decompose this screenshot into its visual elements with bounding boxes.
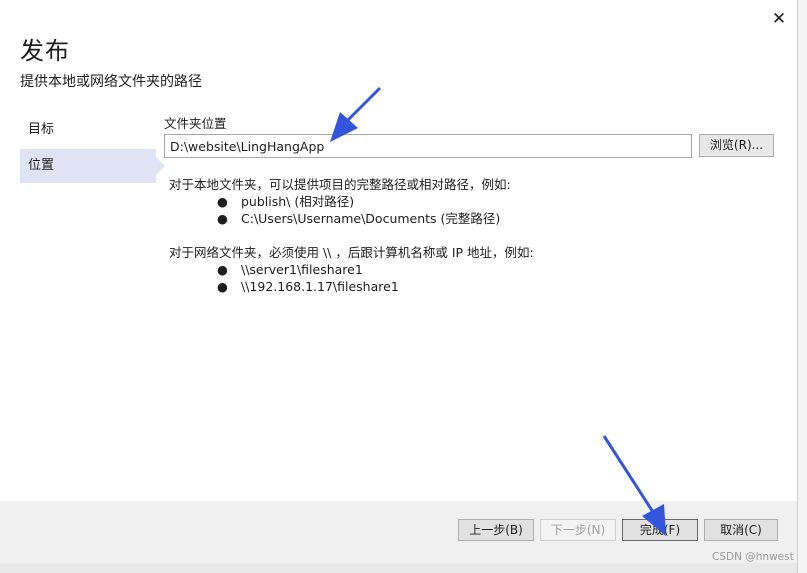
bullet-icon: ● (217, 211, 228, 226)
bullet-icon: ● (217, 194, 228, 209)
network-folder-hint: 对于网络文件夹，必须使用 \\ ，后跟计算机名称或 IP 地址，例如: (169, 245, 534, 260)
background-window-edge-bottom (0, 563, 797, 573)
help-text: 对于本地文件夹，可以提供项目的完整路径或相对路径，例如: ● publish\ … (169, 176, 534, 295)
page-title: 发布 (20, 37, 70, 65)
previous-button[interactable]: 上一步(B) (458, 519, 534, 541)
network-example-name: \\server1\fileshare1 (241, 262, 363, 277)
page-subtitle: 提供本地或网络文件夹的路径 (20, 74, 202, 90)
local-folder-hint: 对于本地文件夹，可以提供项目的完整路径或相对路径，例如: (169, 177, 511, 192)
list-item: ● C:\Users\Username\Documents (完整路径) (169, 210, 534, 227)
list-item: ● \\192.168.1.17\fileshare1 (169, 278, 534, 295)
sidebar-item-target[interactable]: 目标 (20, 113, 156, 147)
list-item: ● publish\ (相对路径) (169, 193, 534, 210)
sidebar: 目标 位置 (20, 113, 165, 185)
annotation-arrow-icon (330, 86, 382, 142)
folder-path-input[interactable] (164, 134, 692, 158)
local-example-full: C:\Users\Username\Documents (完整路径) (241, 211, 501, 226)
local-example-relative: publish\ (相对路径) (241, 194, 355, 209)
sidebar-item-location[interactable]: 位置 (20, 149, 165, 183)
list-item: ● \\server1\fileshare1 (169, 261, 534, 278)
close-icon[interactable]: ✕ (768, 8, 790, 30)
bullet-icon: ● (217, 262, 228, 277)
cancel-button[interactable]: 取消(C) (704, 519, 778, 541)
background-window-edge (797, 0, 807, 573)
annotation-arrow-icon (602, 435, 666, 536)
folder-location-label: 文件夹位置 (164, 116, 227, 131)
bullet-icon: ● (217, 279, 228, 294)
watermark: CSDN @hnwest (712, 551, 794, 563)
network-example-ip: \\192.168.1.17\fileshare1 (241, 279, 399, 294)
browse-button[interactable]: 浏览(R)... (699, 134, 774, 157)
